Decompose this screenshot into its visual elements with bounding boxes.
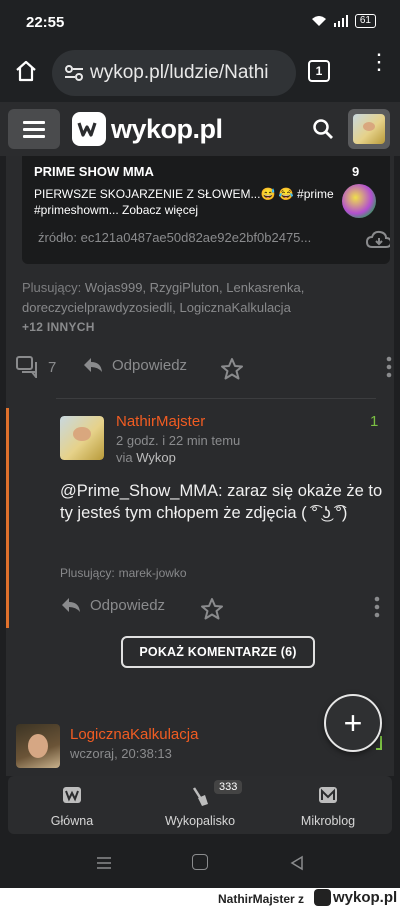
nav-home[interactable]: Główna — [8, 776, 136, 834]
back-icon[interactable] — [290, 855, 304, 871]
nav-wykopalisko[interactable]: 333 Wykopalisko — [136, 776, 264, 834]
via-prefix: via — [116, 450, 133, 465]
comment-reply-label: Odpowiedz — [90, 596, 166, 614]
recent-apps-icon[interactable] — [96, 856, 112, 870]
home-icon[interactable] — [14, 60, 38, 82]
shovel-icon — [192, 787, 208, 806]
entry-author[interactable]: LogicznaKalkulacja — [70, 726, 198, 743]
watermark-logo: wykop.pl — [314, 889, 397, 906]
comment-author-avatar[interactable] — [60, 416, 104, 460]
comments-button[interactable]: 7 — [16, 356, 56, 378]
watermark: NathirMajster z wykop.pl — [0, 888, 400, 908]
comment-author[interactable]: NathirMajster — [116, 413, 205, 430]
nav-home-label: Główna — [50, 814, 94, 828]
user-avatar-button[interactable] — [348, 109, 390, 149]
avatar — [353, 114, 385, 144]
embed-source: źródło: ec121a0487ae50d82ae92e2bf0b2475.… — [38, 230, 312, 245]
entry-author-avatar[interactable] — [16, 724, 60, 768]
home-button-icon[interactable] — [192, 854, 208, 870]
comment-via: via Wykop — [116, 450, 176, 465]
url-text: wykop.pl/ludzie/Nathi — [90, 62, 269, 83]
favorite-star-icon[interactable] — [220, 357, 244, 381]
nav-mikroblog-label: Mikroblog — [300, 814, 356, 828]
voters-more-link[interactable]: +12 INNYCH — [22, 320, 95, 334]
address-bar[interactable]: wykop.pl/ludzie/Nathi — [52, 50, 296, 96]
watermark-user: NathirMajster z — [218, 892, 305, 906]
feed: PRIME SHOW MMA 9 PIERWSZE SKOJARZENIE Z … — [0, 156, 400, 776]
comment-voters-label: Plusujący: — [60, 566, 115, 580]
nav-wykopalisko-label: Wykopalisko — [164, 814, 236, 828]
more-options-icon[interactable] — [374, 596, 380, 618]
comments-count: 7 — [48, 358, 57, 376]
comment-highlight-bar — [6, 408, 9, 628]
via-app: Wykop — [136, 450, 176, 465]
voters-label: Plusujący: — [22, 280, 82, 295]
browser-menu-icon[interactable]: ⋮ — [368, 51, 390, 73]
phone-screen: 22:55 61 wykop.pl/ludzie/Nathi 1 ⋮ wykop… — [0, 0, 400, 888]
reply-button[interactable]: Odpowiedz — [82, 356, 187, 374]
comment-body: @Prime_Show_MMA: zaraz się okaże że to t… — [60, 482, 383, 522]
add-entry-button[interactable]: + — [324, 694, 382, 752]
voters-list: Plusujący: Wojas999, RzygiPluton, Lenkas… — [22, 278, 362, 318]
battery-icon: 61 — [354, 14, 376, 28]
reply-icon — [62, 598, 80, 612]
status-icons: 61 — [311, 14, 376, 28]
search-icon[interactable] — [312, 118, 334, 140]
system-navigation-bar — [0, 840, 400, 888]
wifi-icon — [311, 16, 326, 26]
tabs-count-icon[interactable]: 1 — [308, 60, 330, 82]
favorite-star-icon[interactable] — [200, 597, 224, 621]
reply-label: Odpowiedz — [112, 356, 188, 374]
cloud-download-icon[interactable] — [366, 230, 390, 250]
site-logo[interactable]: wykop.pl — [72, 112, 223, 146]
comment-voters: Plusujący: marek-jowko — [60, 564, 187, 580]
embed-preview[interactable]: PRIME SHOW MMA 9 PIERWSZE SKOJARZENIE Z … — [22, 156, 390, 264]
home-wykop-icon — [63, 787, 81, 803]
comment-actions: Odpowiedz — [60, 596, 390, 624]
show-comments-button[interactable]: POKAŻ KOMENTARZE (6) — [121, 636, 315, 668]
comments-icon — [16, 356, 37, 378]
site-settings-icon[interactable] — [64, 64, 84, 82]
comment-reply-button[interactable]: Odpowiedz — [60, 596, 165, 614]
comment-voters-names[interactable]: marek-jowko — [119, 566, 187, 580]
site-header: wykop.pl — [0, 102, 400, 156]
browser-toolbar: wykop.pl/ludzie/Nathi 1 ⋮ — [0, 46, 400, 102]
entry-card: PRIME SHOW MMA 9 PIERWSZE SKOJARZENIE Z … — [6, 156, 394, 776]
mikroblog-icon — [319, 787, 337, 803]
signal-icon — [333, 15, 348, 27]
entry-time: wczoraj, 20:38:13 — [70, 746, 172, 761]
comment-votes[interactable]: 1 — [370, 413, 378, 430]
embed-thumbnail — [342, 184, 376, 218]
more-options-icon[interactable] — [386, 356, 392, 378]
embed-title: PRIME SHOW MMA — [34, 164, 154, 179]
embed-count: 9 — [352, 164, 360, 179]
hamburger-menu-button[interactable] — [8, 109, 60, 149]
wykop-logo-icon — [314, 889, 331, 906]
status-bar: 22:55 61 — [0, 0, 400, 46]
avatar — [60, 416, 104, 460]
nav-mikroblog[interactable]: Mikroblog — [264, 776, 392, 834]
nav-badge: 333 — [214, 780, 243, 794]
clock: 22:55 — [26, 14, 65, 31]
embed-description: PIERWSZE SKOJARZENIE Z SŁOWEM...😅 😂 #pri… — [34, 187, 334, 217]
wykop-logo-icon — [72, 112, 106, 146]
site-logo-text: wykop.pl — [111, 113, 223, 144]
entry-actions: 7 Odpowiedz — [16, 356, 396, 384]
comment: NathirMajster 2 godz. i 22 min temu via … — [6, 408, 394, 628]
comment-time: 2 godz. i 22 min temu — [116, 433, 241, 448]
divider — [56, 398, 376, 399]
bottom-navigation: Główna 333 Wykopalisko Mikroblog — [8, 776, 392, 834]
reply-icon — [84, 358, 102, 372]
